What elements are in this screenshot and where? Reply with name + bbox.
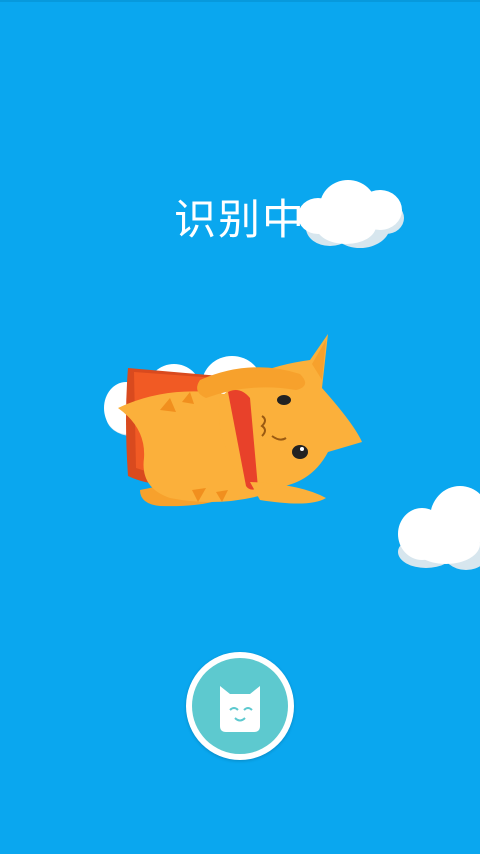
- status-bar-edge: [0, 0, 480, 2]
- cat-face-icon: [220, 686, 260, 732]
- flying-cat-mascot: [118, 334, 362, 507]
- cloud-top: [298, 180, 404, 248]
- cloud-right: [398, 486, 480, 570]
- cat-camera-button-fill: [192, 658, 288, 754]
- recognizing-status-text: 识别中: [173, 195, 306, 244]
- cat-camera-button[interactable]: [186, 652, 294, 760]
